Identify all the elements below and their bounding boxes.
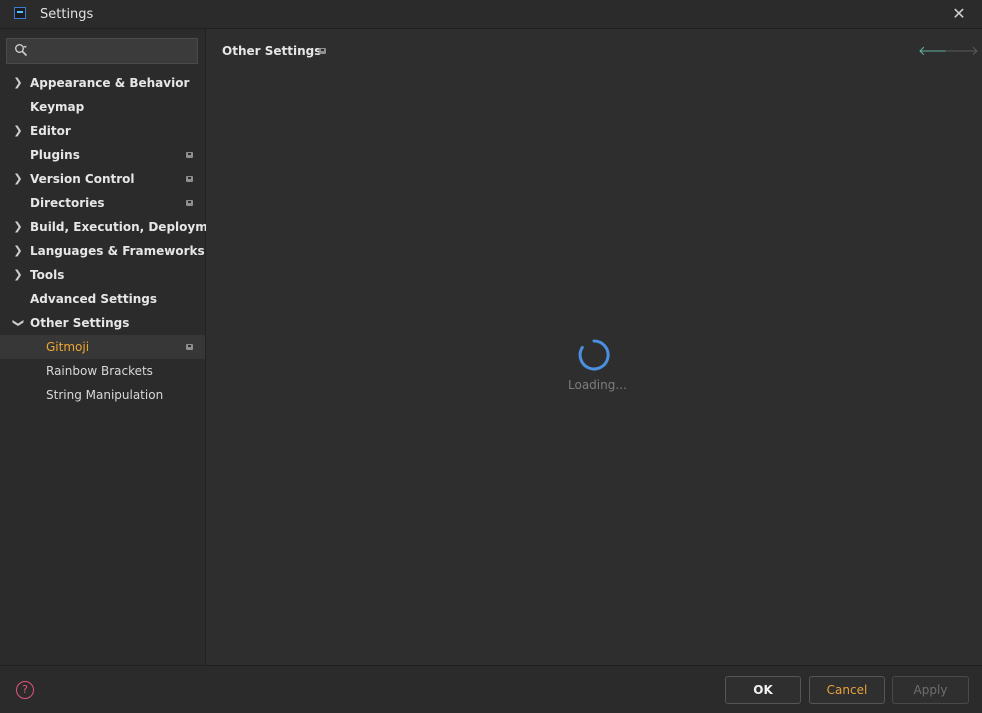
- sidebar-item-appearance-behavior[interactable]: ❯ Appearance & Behavior: [0, 71, 205, 95]
- apply-button[interactable]: Apply: [892, 676, 969, 704]
- cancel-button[interactable]: Cancel: [809, 676, 885, 704]
- sidebar-item-label: Directories: [30, 196, 105, 210]
- sidebar-item-languages-frameworks[interactable]: ❯ Languages & Frameworks: [0, 239, 205, 263]
- loading-text: Loading...: [568, 378, 627, 392]
- chevron-right-icon[interactable]: ❯: [12, 263, 24, 287]
- sidebar: ❯ Appearance & Behavior Keymap ❯ Editor …: [0, 29, 230, 665]
- breadcrumb: Other Settings: [222, 44, 322, 58]
- sidebar-item-label: Keymap: [30, 100, 85, 114]
- chevron-right-icon[interactable]: ❯: [12, 215, 24, 239]
- sidebar-item-label: Rainbow Brackets: [46, 364, 153, 378]
- sidebar-item-editor[interactable]: ❯ Editor: [0, 119, 205, 143]
- sidebar-item-keymap[interactable]: Keymap: [0, 95, 205, 119]
- help-button[interactable]: ?: [16, 681, 34, 699]
- sidebar-item-label: Appearance & Behavior: [30, 76, 190, 90]
- ok-button[interactable]: OK: [725, 676, 801, 704]
- sidebar-item-label: Gitmoji: [46, 340, 90, 354]
- sidebar-item-gitmoji[interactable]: Gitmoji: [0, 335, 205, 359]
- project-scope-icon: [186, 152, 193, 158]
- app-icon: [14, 7, 26, 19]
- project-scope-icon: [186, 344, 193, 350]
- sidebar-item-tools[interactable]: ❯ Tools: [0, 263, 205, 287]
- chevron-down-icon[interactable]: ❯: [6, 317, 30, 329]
- loading-spinner-icon: [578, 339, 610, 371]
- project-scope-icon: [186, 176, 193, 182]
- sidebar-item-other-settings[interactable]: ❯ Other Settings: [0, 311, 205, 335]
- sidebar-item-directories[interactable]: Directories: [0, 191, 205, 215]
- search-box[interactable]: [6, 38, 198, 64]
- title-bar: Settings ✕: [0, 0, 982, 29]
- close-button[interactable]: ✕: [950, 5, 968, 23]
- sidebar-item-advanced-settings[interactable]: Advanced Settings: [0, 287, 205, 311]
- sidebar-item-label: Languages & Frameworks: [30, 244, 205, 258]
- project-scope-icon: [319, 48, 326, 54]
- window-title: Settings: [40, 7, 94, 22]
- search-icon: [15, 44, 28, 57]
- sidebar-item-label: String Manipulation: [46, 388, 164, 402]
- sidebar-item-build-execution-deployment[interactable]: ❯ Build, Execution, Deployment: [0, 215, 230, 239]
- chevron-right-icon[interactable]: ❯: [12, 239, 24, 263]
- sidebar-item-rainbow-brackets[interactable]: Rainbow Brackets: [0, 359, 205, 383]
- sidebar-item-label: Build, Execution, Deployment: [30, 220, 231, 234]
- sidebar-item-version-control[interactable]: ❯ Version Control: [0, 167, 205, 191]
- sidebar-item-label: Other Settings: [30, 316, 130, 330]
- sidebar-item-label: Tools: [30, 268, 65, 282]
- sidebar-item-string-manipulation[interactable]: String Manipulation: [0, 383, 205, 407]
- project-scope-icon: [186, 200, 193, 206]
- sidebar-item-label: Plugins: [30, 148, 80, 162]
- sidebar-item-label: Version Control: [30, 172, 135, 186]
- search-input[interactable]: [35, 42, 197, 62]
- forward-arrow-icon[interactable]: 🡒: [944, 43, 979, 59]
- settings-tree: ❯ Appearance & Behavior Keymap ❯ Editor …: [0, 71, 230, 407]
- footer: ? OK Cancel Apply: [0, 665, 982, 713]
- sidebar-item-label: Advanced Settings: [30, 292, 158, 306]
- chevron-right-icon[interactable]: ❯: [12, 167, 24, 191]
- chevron-right-icon[interactable]: ❯: [12, 71, 24, 95]
- sidebar-item-plugins[interactable]: Plugins: [0, 143, 205, 167]
- settings-content: Other Settings 🡐 🡒 Loading...: [206, 29, 982, 665]
- chevron-right-icon[interactable]: ❯: [12, 119, 24, 143]
- sidebar-item-label: Editor: [30, 124, 71, 138]
